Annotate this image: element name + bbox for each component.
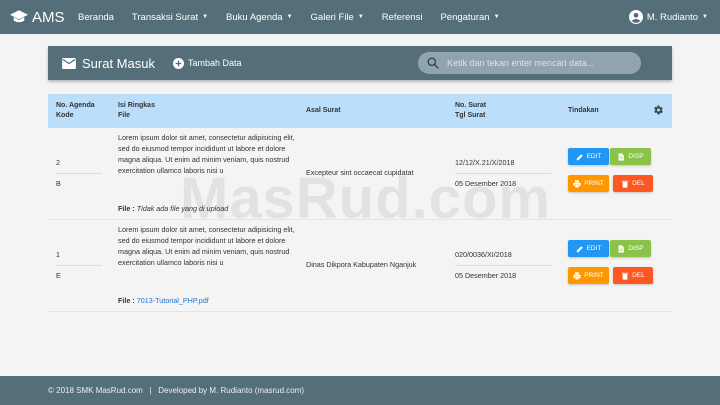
document-icon: [619, 244, 625, 253]
edit-button[interactable]: EDIT: [568, 148, 609, 165]
user-name: M. Rudianto: [646, 11, 699, 23]
table-header: No. Agenda Kode Isi Ringkas File Asal Su…: [48, 94, 672, 128]
file-info: File : Tidak ada file yang di upload: [118, 204, 229, 213]
caret-down-icon: ▼: [286, 14, 293, 20]
trash-icon: [621, 272, 629, 280]
print-button[interactable]: PRINT: [568, 267, 609, 284]
header-no-agenda: No. Agenda Kode: [56, 102, 95, 119]
add-circle-icon: [172, 57, 184, 69]
caret-down-icon: ▼: [493, 14, 500, 20]
tgl-surat: 05 Desember 2018: [455, 271, 517, 280]
header-no-surat: No. Surat Tgl Surat: [455, 102, 487, 119]
header-isi-ringkas: Isi Ringkas File: [118, 102, 155, 119]
header-tindakan: Tindakan: [568, 107, 599, 114]
nav-item-galeri-file[interactable]: Galeri File ▼: [311, 12, 364, 23]
caret-down-icon: ▼: [357, 14, 364, 20]
pencil-icon: [576, 245, 583, 252]
mail-icon: [62, 57, 76, 69]
document-icon: [619, 152, 625, 161]
no-agenda: 2: [56, 158, 60, 167]
add-data-button[interactable]: Tambah Data: [172, 57, 242, 69]
divider: [56, 173, 102, 174]
navbar: AMS Beranda Transaksi Surat ▼ Buku Agend…: [0, 0, 720, 34]
surat-masuk-table: No. Agenda Kode Isi Ringkas File Asal Su…: [48, 94, 672, 312]
graduation-cap-icon: [10, 10, 28, 23]
nav-item-buku-agenda[interactable]: Buku Agenda ▼: [226, 12, 292, 23]
brand-name: AMS: [32, 8, 65, 26]
divider: [56, 265, 102, 266]
divider: [455, 265, 551, 266]
nav-item-transaksi-surat[interactable]: Transaksi Surat ▼: [132, 12, 208, 23]
file-none: Tidak ada file yang di upload: [136, 204, 229, 213]
nav-menu: Beranda Transaksi Surat ▼ Buku Agenda ▼ …: [78, 12, 518, 23]
trash-icon: [621, 180, 629, 188]
no-surat: 12/12/X.21/X/2018: [455, 158, 515, 167]
card-header: Surat Masuk Tambah Data: [48, 46, 672, 80]
table-row: 2 B Lorem ipsum dolor sit amet, consecte…: [48, 128, 672, 220]
delete-button[interactable]: DEL: [613, 175, 653, 192]
delete-button[interactable]: DEL: [613, 267, 653, 284]
gear-icon[interactable]: [652, 104, 664, 116]
isi-ringkas: Lorem ipsum dolor sit amet, consectetur …: [118, 133, 295, 175]
search-input[interactable]: [447, 58, 627, 68]
caret-down-icon: ▼: [702, 14, 708, 20]
print-button[interactable]: PRINT: [568, 175, 609, 192]
file-link[interactable]: 7013-Tutorial_PHP.pdf: [137, 296, 209, 305]
asal-surat: Dinas Dikpora Kabupaten Nganjuk: [306, 260, 417, 269]
footer-text: © 2018 SMK MasRud.com | Developed by M. …: [48, 386, 305, 395]
brand-logo[interactable]: AMS: [10, 9, 68, 26]
kode: E: [56, 271, 61, 280]
table-row: 1 E Lorem ipsum dolor sit amet, consecte…: [48, 220, 672, 312]
caret-down-icon: ▼: [202, 14, 209, 20]
user-menu[interactable]: M. Rudianto ▼: [628, 0, 708, 34]
search-box[interactable]: [418, 52, 641, 74]
no-agenda: 1: [56, 250, 60, 259]
file-info: File : 7013-Tutorial_PHP.pdf: [118, 296, 209, 305]
disposition-button[interactable]: DISP: [610, 240, 651, 257]
printer-icon: [573, 271, 581, 280]
edit-button[interactable]: EDIT: [568, 240, 609, 257]
footer: © 2018 SMK MasRud.com | Developed by M. …: [0, 376, 720, 405]
printer-icon: [573, 179, 581, 188]
no-surat: 020/0036/XI/2018: [455, 250, 512, 259]
account-circle-icon: [628, 10, 643, 24]
asal-surat: Excepteur sint occaecat cupidatat: [306, 168, 414, 177]
pencil-icon: [576, 153, 583, 160]
kode: B: [56, 179, 61, 188]
divider: [455, 173, 551, 174]
nav-item-beranda[interactable]: Beranda: [78, 12, 114, 23]
tgl-surat: 05 Desember 2018: [455, 179, 517, 188]
isi-ringkas: Lorem ipsum dolor sit amet, consectetur …: [118, 225, 295, 267]
page-title: Surat Masuk: [82, 55, 155, 71]
header-asal-surat: Asal Surat: [306, 107, 341, 114]
disposition-button[interactable]: DISP: [610, 148, 651, 165]
nav-item-referensi[interactable]: Referensi: [382, 12, 423, 23]
nav-item-pengaturan[interactable]: Pengaturan ▼: [440, 12, 499, 23]
search-icon: [427, 57, 439, 69]
